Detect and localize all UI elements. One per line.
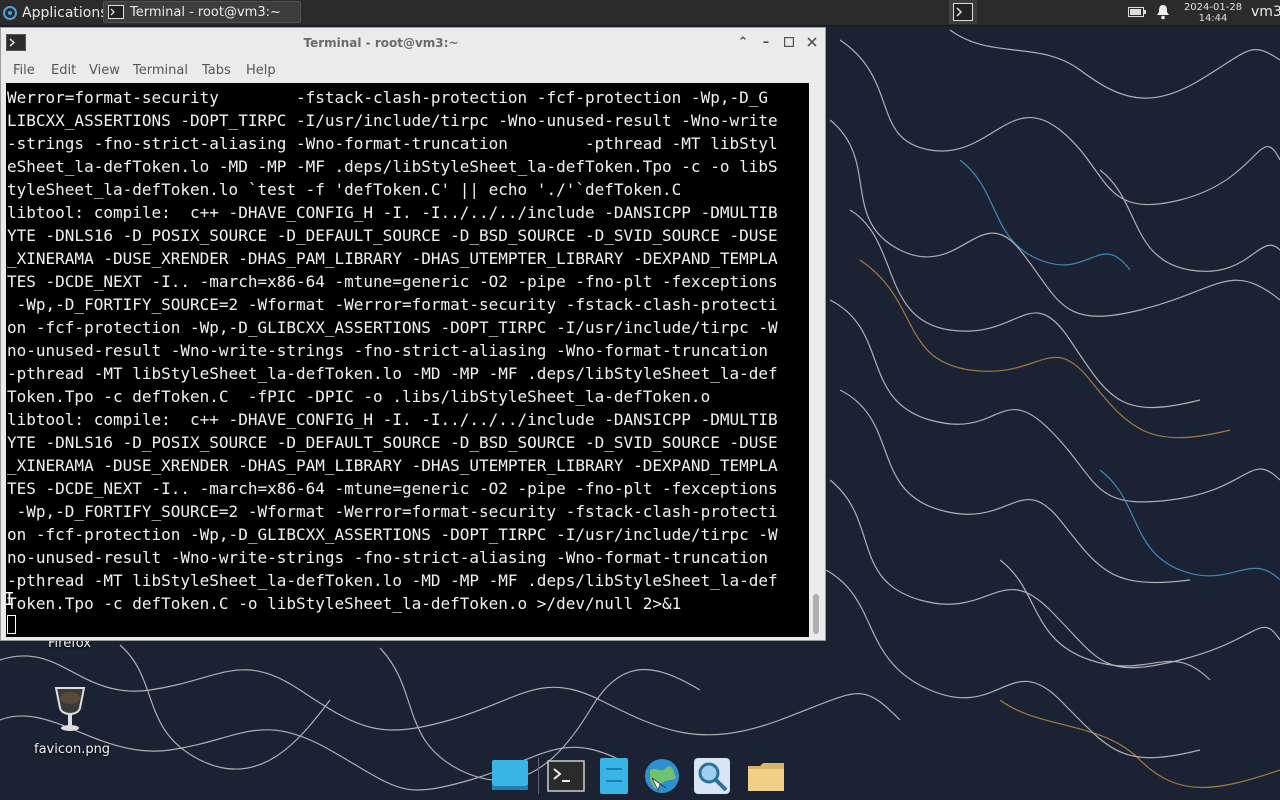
user-menu[interactable]: vm3 [1251, 4, 1280, 20]
taskbar-terminal-label: Terminal - root@vm3:~ [130, 4, 281, 20]
terminal-line: -pthread -MT libStyleSheet_la-defToken.l… [7, 364, 778, 383]
scrollbar-thumb[interactable] [813, 594, 819, 634]
menu-tabs[interactable]: Tabs [202, 63, 231, 78]
terminal-line: -Wp,-D_FORTIFY_SOURCE=2 -Wformat -Werror… [7, 295, 778, 314]
applications-label: Applications [22, 4, 108, 21]
terminal-line: on -fcf-protection -Wp,-D_GLIBCXX_ASSERT… [7, 525, 778, 544]
terminal-line: TES -DCDE_NEXT -I.. -march=x86-64 -mtune… [7, 272, 778, 291]
terminal-icon[interactable] [546, 756, 586, 796]
image-file-icon[interactable] [50, 684, 90, 736]
terminal-line: -Wp,-D_FORTIFY_SOURCE=2 -Wformat -Werror… [7, 502, 778, 521]
notification-bell-icon[interactable] [1156, 4, 1170, 20]
terminal-line: Token.Tpo -c defToken.C -fPIC -DPIC -o .… [7, 387, 711, 406]
menu-edit[interactable]: Edit [51, 63, 76, 78]
close-icon [807, 37, 817, 47]
terminal-line: no-unused-result -Wno-write-strings -fno… [7, 341, 778, 360]
shade-button[interactable]: ⌃ [735, 34, 751, 50]
terminal-line: TES -DCDE_NEXT -I.. -march=x86-64 -mtune… [7, 479, 778, 498]
terminal-text: Werror=format-security -fstack-clash-pro… [7, 86, 778, 615]
dock [486, 752, 796, 800]
maximize-icon [784, 37, 794, 47]
terminal-titlebar[interactable]: Terminal - root@vm3:~ ⌃ – [1, 28, 825, 58]
folder-icon[interactable] [746, 756, 786, 796]
terminal-line: tyleSheet_la-defToken.lo `test -f 'defTo… [7, 180, 682, 199]
terminal-line: YTE -DNLS16 -D_POSIX_SOURCE -D_DEFAULT_S… [7, 433, 778, 452]
applications-menu-button[interactable]: Applications [2, 2, 108, 23]
terminal-icon [108, 5, 124, 19]
terminal-line: libtool: compile: c++ -DHAVE_CONFIG_H -I… [7, 203, 778, 222]
terminal-cursor [7, 615, 16, 634]
battery-icon[interactable] [1128, 6, 1146, 18]
terminal-window: Terminal - root@vm3:~ ⌃ – File Edit View… [0, 27, 826, 641]
clock[interactable]: 2024-01-28 14:44 [1183, 2, 1243, 24]
top-panel: Applications Terminal - root@vm3:~ 2024-… [0, 0, 1280, 26]
menu-help[interactable]: Help [246, 63, 276, 78]
menu-file[interactable]: File [13, 63, 35, 78]
terminal-line: -strings -fno-strict-aliasing -Wno-forma… [7, 134, 778, 153]
terminal-line: -pthread -MT libStyleSheet_la-defToken.l… [7, 571, 778, 590]
file-manager-icon[interactable] [594, 756, 634, 796]
minimize-icon: – [762, 34, 770, 50]
terminal-line: Token.Tpo -c defToken.C -o libStyleSheet… [7, 594, 682, 613]
terminal-scrollbar[interactable] [811, 84, 821, 636]
show-desktop-icon[interactable] [490, 756, 530, 796]
terminal-line: eSheet_la-defToken.lo -MD -MP -MF .deps/… [7, 157, 778, 176]
menu-terminal[interactable]: Terminal [133, 63, 188, 78]
minimize-button[interactable]: – [758, 34, 774, 50]
terminal-line: on -fcf-protection -Wp,-D_GLIBCXX_ASSERT… [7, 318, 778, 337]
terminal-line: no-unused-result -Wno-write-strings -fno… [7, 548, 778, 567]
terminal-line: _XINERAMA -DUSE_XRENDER -DHAS_PAM_LIBRAR… [7, 249, 778, 268]
desktop-icon-favicon-label[interactable]: favicon.png [34, 742, 110, 757]
xfce-logo-icon [3, 5, 17, 20]
terminal-menubar: File Edit View Terminal Tabs Help [1, 58, 825, 83]
menu-view[interactable]: View [89, 63, 120, 78]
window-title: Terminal - root@vm3:~ [303, 36, 459, 50]
terminal-output[interactable]: Werror=format-security -fstack-clash-pro… [6, 83, 809, 637]
terminal-line: _XINERAMA -DUSE_XRENDER -DHAS_PAM_LIBRAR… [7, 456, 778, 475]
web-browser-icon[interactable] [642, 756, 682, 796]
tray-terminal-button[interactable] [949, 0, 977, 24]
terminal-icon [953, 3, 973, 21]
terminal-line: LIBCXX_ASSERTIONS -DOPT_TIRPC -I/usr/inc… [7, 111, 778, 130]
dock-separator [538, 758, 539, 794]
app-finder-icon[interactable] [692, 756, 732, 796]
chevron-up-icon: ⌃ [737, 34, 749, 50]
close-button[interactable] [804, 34, 820, 50]
taskbar-terminal-button[interactable]: Terminal - root@vm3:~ [103, 1, 301, 23]
mouse-text-cursor: I [4, 589, 15, 610]
terminal-line: Werror=format-security -fstack-clash-pro… [7, 88, 768, 107]
clock-time: 14:44 [1198, 13, 1228, 24]
maximize-button[interactable] [781, 34, 797, 50]
clock-date: 2024-01-28 [1183, 2, 1243, 13]
terminal-line: libtool: compile: c++ -DHAVE_CONFIG_H -I… [7, 410, 778, 429]
terminal-line: YTE -DNLS16 -D_POSIX_SOURCE -D_DEFAULT_S… [7, 226, 778, 245]
